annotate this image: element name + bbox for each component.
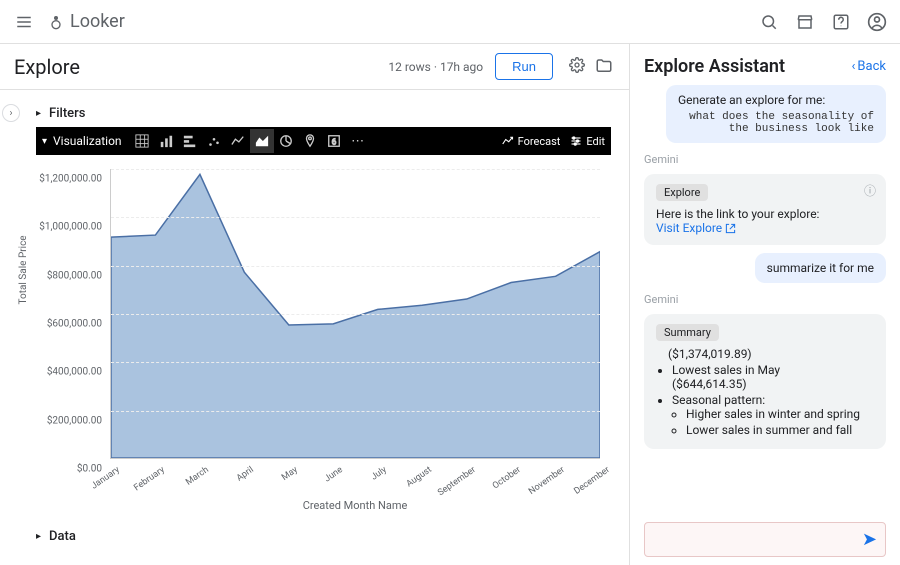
y-tick: $200,000.00 (47, 415, 102, 426)
gemini-label: Gemini (644, 153, 886, 166)
x-tick: April (209, 465, 256, 502)
visualization-toolbar: ▾ Visualization 6 ⋯ Forecast (36, 127, 611, 155)
area-chart-icon[interactable] (250, 129, 274, 153)
chart-xlabel: Created Month Name (110, 499, 600, 512)
caret-down-icon: ▾ (42, 136, 47, 147)
chart: Total Sale Price $0.00$200,000.00$400,00… (36, 159, 611, 519)
folder-icon[interactable] (595, 57, 615, 77)
visit-explore-link[interactable]: Visit Explore (656, 221, 736, 235)
assistant-title: Explore Assistant (644, 56, 785, 77)
table-chart-icon[interactable] (130, 129, 154, 153)
caret-right-icon: ▸ (36, 531, 41, 542)
y-tick: $1,200,000.00 (39, 174, 102, 185)
x-tick: August (387, 465, 434, 502)
y-tick: $600,000.00 (47, 319, 102, 330)
edit-viz-button[interactable]: Edit (570, 135, 605, 148)
x-tick: May (253, 465, 300, 502)
more-viz-icon[interactable]: ⋯ (346, 129, 370, 153)
info-icon[interactable]: ⓘ (864, 182, 876, 199)
caret-right-icon: ▸ (36, 108, 41, 119)
data-section-toggle[interactable]: ▸ Data (36, 523, 611, 550)
gear-icon[interactable] (569, 57, 589, 77)
svg-text:6: 6 (331, 138, 336, 147)
chart-ylabel: Total Sale Price (18, 235, 29, 304)
app-name: Looker (70, 11, 125, 32)
x-tick: September (431, 465, 478, 502)
help-icon[interactable] (830, 11, 852, 33)
chat-input[interactable] (653, 532, 862, 547)
back-button[interactable]: ‹ Back (852, 59, 886, 74)
x-tick: March (164, 465, 211, 502)
forecast-button[interactable]: Forecast (502, 135, 561, 148)
filters-section-toggle[interactable]: ▸ Filters (36, 100, 611, 127)
map-chart-icon[interactable] (298, 129, 322, 153)
search-icon[interactable] (758, 11, 780, 33)
x-tick: June (298, 465, 345, 502)
chevron-left-icon: ‹ (852, 59, 856, 74)
send-icon[interactable]: ➤ (862, 529, 877, 550)
filters-label: Filters (49, 106, 85, 121)
gemini-message: Summary ($1,374,019.89) Lowest sales in … (644, 314, 886, 449)
viz-label: Visualization (53, 134, 122, 148)
explore-panel: Explore 12 rows · 17h ago Run › ▸ Filter… (0, 44, 630, 565)
x-tick: October (476, 465, 523, 502)
y-tick: $400,000.00 (47, 367, 102, 378)
gemini-label: Gemini (644, 293, 886, 306)
expand-sidebar-icon[interactable]: › (2, 104, 20, 122)
x-tick: November (520, 465, 567, 502)
page-title: Explore (14, 55, 80, 79)
top-bar: Looker (0, 0, 900, 44)
single-value-icon[interactable]: 6 (322, 129, 346, 153)
column-chart-icon[interactable] (178, 129, 202, 153)
marketplace-icon[interactable] (794, 11, 816, 33)
gemini-message: ⓘ Explore Here is the link to your explo… (644, 174, 886, 245)
user-message: Generate an explore for me: what does th… (666, 85, 886, 143)
x-tick: July (342, 465, 389, 502)
query-meta: 12 rows · 17h ago (388, 60, 483, 74)
run-button[interactable]: Run (495, 53, 553, 80)
explore-chip: Explore (656, 184, 708, 201)
assistant-panel: Explore Assistant ‹ Back Generate an exp… (630, 44, 900, 565)
bar-chart-icon[interactable] (154, 129, 178, 153)
y-tick: $1,000,000.00 (39, 222, 102, 233)
scatter-chart-icon[interactable] (202, 129, 226, 153)
app-logo: Looker (48, 11, 125, 32)
pie-chart-icon[interactable] (274, 129, 298, 153)
y-tick: $0.00 (77, 464, 102, 475)
chat-input-row: ➤ (644, 522, 886, 557)
hamburger-menu-icon[interactable] (12, 10, 36, 34)
x-tick: February (120, 465, 167, 502)
y-tick: $800,000.00 (47, 270, 102, 281)
line-chart-icon[interactable] (226, 129, 250, 153)
account-icon[interactable] (866, 11, 888, 33)
user-message: summarize it for me (755, 253, 886, 283)
x-tick: December (565, 465, 612, 502)
data-label: Data (49, 529, 76, 544)
summary-chip: Summary (656, 324, 719, 341)
